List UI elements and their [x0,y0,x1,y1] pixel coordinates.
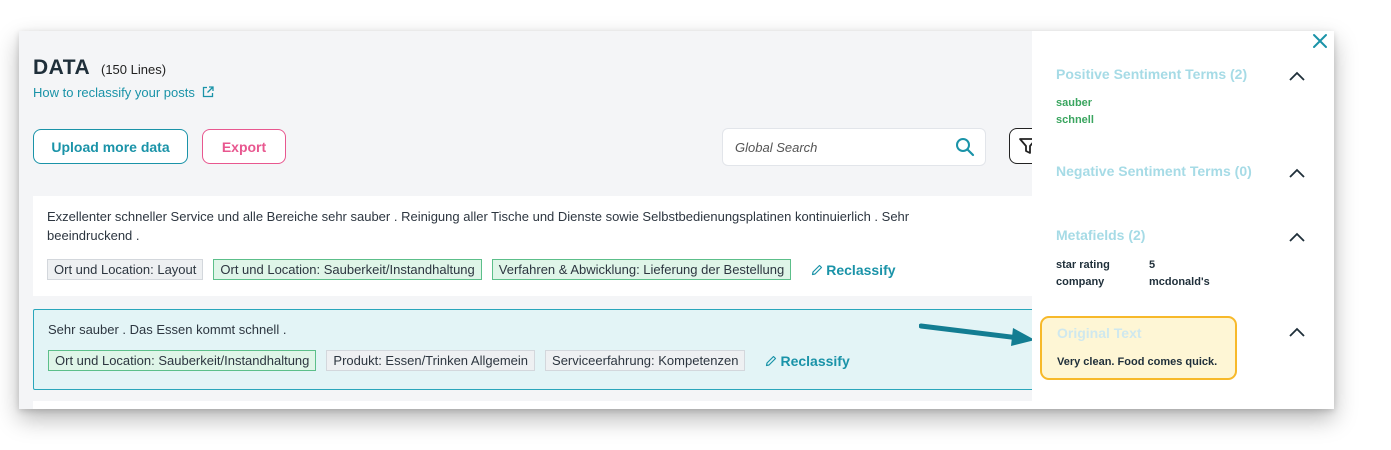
data-row-selected[interactable]: Sehr sauber . Das Essen kommt schnell . … [33,309,1073,390]
data-row[interactable] [33,401,1073,409]
category-tag: Ort und Location: Layout [47,259,204,280]
pencil-icon [766,355,777,366]
metafield-value: mcdonald's [1149,276,1210,288]
category-tag: Verfahren & Abwicklung: Lieferung der Be… [491,259,792,280]
help-link[interactable]: How to reclassify your posts [33,85,215,101]
external-link-icon [202,86,215,101]
data-card: DATA (150 Lines) How to reclassify your … [19,31,1334,409]
category-tag: Serviceerfahrung: Kompetenzen [545,350,746,371]
row-text: Exzellenter schneller Service und alle B… [47,209,910,243]
reclassify-button[interactable]: Reclassify [765,352,850,369]
tag-list: Ort und Location: Layout Ort und Locatio… [47,259,896,280]
data-row[interactable]: Exzellenter schneller Service und alle B… [33,196,1073,296]
metafield-key: star rating [1056,259,1110,271]
positive-term: sauber [1056,97,1093,109]
category-tag: Ort und Location: Sauberkeit/Instandhalt… [213,259,482,280]
metafields-title: Metafields (2) [1056,227,1146,243]
search-icon[interactable] [955,137,975,162]
category-tag: Ort und Location: Sauberkeit/Instandhalt… [48,350,317,371]
chevron-up-icon[interactable] [1288,166,1306,184]
original-text-title: Original Text [1057,325,1142,341]
positive-terms-title: Positive Sentiment Terms (2) [1056,66,1248,82]
chevron-up-icon[interactable] [1288,325,1306,343]
search-input[interactable] [733,139,937,156]
original-text: Very clean. Food comes quick. [1057,356,1218,368]
metafield-value: 5 [1149,259,1156,271]
row-text: Sehr sauber . Das Essen kommt schnell . [48,322,287,337]
reclassify-button[interactable]: Reclassify [811,261,896,278]
positive-term: schnell [1056,114,1094,126]
help-link-label[interactable]: How to reclassify your posts [33,85,195,100]
negative-terms-title: Negative Sentiment Terms (0) [1056,163,1252,179]
upload-more-data-button[interactable]: Upload more data [33,129,188,164]
chevron-up-icon[interactable] [1288,69,1306,87]
global-search [722,128,986,166]
pencil-icon [812,264,823,275]
reclassify-label: Reclassify [826,261,896,278]
reclassify-label: Reclassify [780,352,850,369]
page-title: DATA [33,56,91,79]
export-button[interactable]: Export [202,129,286,164]
arrow-icon [919,323,1035,346]
category-tag: Produkt: Essen/Trinken Allgemein [326,350,536,371]
details-panel: Positive Sentiment Terms (2) sauber schn… [1032,31,1334,409]
chevron-up-icon[interactable] [1288,230,1306,248]
close-icon[interactable] [1312,33,1328,54]
line-count: (150 Lines) [101,62,167,77]
original-text-box: Original Text Very clean. Food comes qui… [1040,316,1237,380]
metafield-key: company [1056,276,1105,288]
tag-list: Ort und Location: Sauberkeit/Instandhalt… [48,350,850,371]
